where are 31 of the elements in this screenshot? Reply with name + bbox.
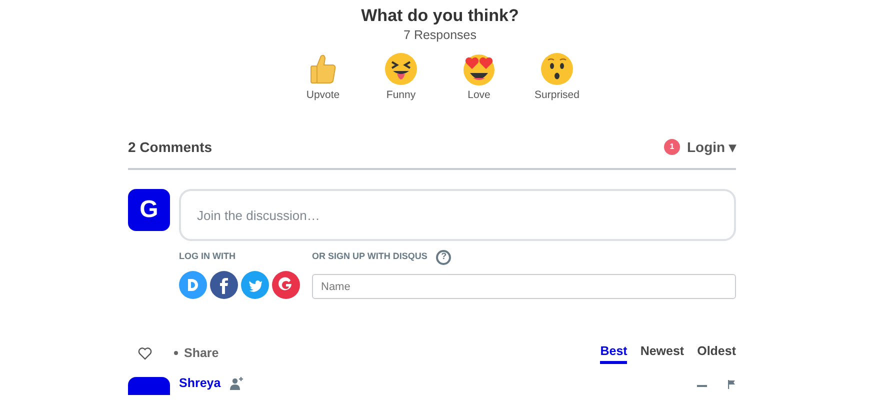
help-icon[interactable]: ? xyxy=(436,250,452,264)
google-logo-icon[interactable] xyxy=(272,271,300,299)
flag-icon[interactable] xyxy=(728,380,736,389)
heart-eyes-face-icon[interactable] xyxy=(462,52,496,86)
reaction-label[interactable]: Funny xyxy=(386,88,416,102)
response-count: 7 Responses xyxy=(404,28,476,44)
section-title: What do you think? xyxy=(361,5,519,26)
reaction-label[interactable]: Love xyxy=(468,88,490,102)
bullet-icon xyxy=(174,351,178,355)
laughing-face-icon[interactable] xyxy=(384,52,418,86)
heart-icon[interactable] xyxy=(138,346,152,360)
sort-tab[interactable]: Newest xyxy=(640,342,684,364)
user-avatar xyxy=(128,377,170,395)
section-label: OR SIGN UP WITH DISQUS xyxy=(312,250,428,264)
disqus-logo-icon[interactable] xyxy=(179,271,207,299)
reaction-label[interactable]: Upvote xyxy=(306,88,340,102)
facebook-logo-icon[interactable] xyxy=(210,271,238,299)
reaction-label[interactable]: Surprised xyxy=(534,88,580,102)
name-input[interactable]: Name xyxy=(312,274,736,299)
surprised-face-icon[interactable] xyxy=(540,52,574,86)
comment-input[interactable]: Join the discussion… xyxy=(179,189,736,241)
section-label: LOG IN WITH xyxy=(179,250,236,264)
comment-count: 2 Comments xyxy=(128,138,212,156)
add-user-icon[interactable] xyxy=(230,377,244,390)
sort-tab[interactable]: Best xyxy=(600,342,628,364)
share-button[interactable]: Share xyxy=(184,344,219,362)
sort-tab[interactable]: Oldest xyxy=(697,342,736,364)
author-link[interactable]: Shreya xyxy=(179,377,221,389)
login-menu[interactable]: Login ▾ xyxy=(687,136,736,158)
user-avatar: G xyxy=(128,189,170,231)
twitter-bird-icon[interactable] xyxy=(241,271,269,299)
